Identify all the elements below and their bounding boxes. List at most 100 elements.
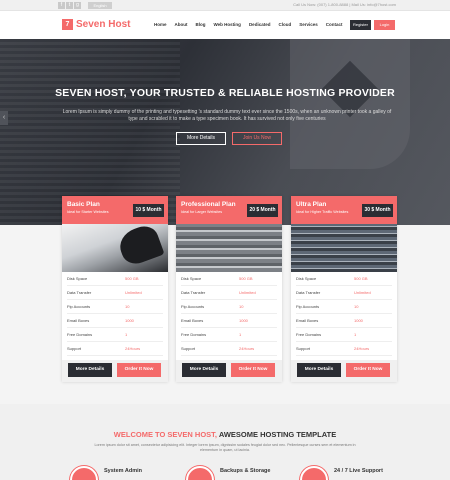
feature-value: 10 (125, 304, 130, 309)
hero-more-details-button[interactable]: More Details (176, 132, 226, 145)
hero-join-button[interactable]: Join Us Now (232, 132, 282, 145)
logo-text: Seven Host (76, 19, 131, 30)
hero-title: SEVEN HOST, YOUR TRUSTED & RELIABLE HOST… (55, 87, 395, 99)
register-button[interactable]: Register (350, 20, 371, 30)
feature-label: Support (67, 346, 82, 351)
main-nav: Home About Blog Web Hosting Dedicated Cl… (150, 22, 346, 27)
plan-features: Disk Space 500 GB Data Transfer Unlimited … (176, 272, 282, 356)
nav-blog[interactable]: Blog (192, 22, 210, 27)
feature-value: 1000 (354, 318, 363, 323)
facebook-icon[interactable]: f (58, 2, 65, 9)
plan-name: Basic Plan (67, 201, 100, 208)
feature-label: Ftp Accounts (296, 304, 320, 309)
feature-value: 500 GB (125, 276, 139, 281)
twitter-icon[interactable]: t (66, 2, 73, 9)
plan-subtitle: Ideal for Starter Websites (67, 210, 109, 214)
nav-dedicated[interactable]: Dedicated (245, 22, 275, 27)
feature-value: 1000 (239, 318, 248, 323)
plan-features: Disk Space 500 GB Data Transfer Unlimited … (291, 272, 397, 356)
feature-label: Support (181, 346, 196, 351)
feature-row: Support 24Hours (181, 342, 277, 356)
feature-row: Disk Space 500 GB (67, 272, 163, 286)
plan-features: Disk Space 500 GB Data Transfer Unlimited … (62, 272, 168, 356)
feature-row: Data Transfer Unlimited (67, 286, 163, 300)
plan-card-professional: Professional Plan Ideal for Larger Websi… (176, 196, 282, 382)
feature-value: Unlimited (239, 290, 256, 295)
feature-row: Free Domains 1 (181, 328, 277, 342)
feature-row: Email Boxes 1000 (181, 314, 277, 328)
logo[interactable]: 7 Seven Host (62, 19, 130, 30)
feature-label: Support (296, 346, 311, 351)
order-button[interactable]: Order It Now (231, 363, 275, 377)
feature-label: Email Boxes (67, 318, 90, 323)
order-button[interactable]: Order It Now (346, 363, 390, 377)
feature-label: Email Boxes (181, 318, 204, 323)
feature-row: Data Transfer Unlimited (181, 286, 277, 300)
feature-value: 24Hours (125, 346, 141, 351)
feature-value: 500 GB (354, 276, 368, 281)
nav-web-hosting[interactable]: Web Hosting (210, 22, 245, 27)
plan-subtitle: Ideal for Higher Traffic Websites (296, 210, 349, 214)
plan-subtitle: Ideal for Larger Websites (181, 210, 223, 214)
nav-home[interactable]: Home (150, 22, 171, 27)
feature-value: 24Hours (239, 346, 255, 351)
plan-image-keyboard (62, 224, 168, 272)
feature-row: Disk Space 500 GB (181, 272, 277, 286)
feature-value: 1 (354, 332, 357, 337)
plan-name: Professional Plan (181, 201, 236, 208)
feature-row: Free Domains 1 (296, 328, 392, 342)
more-details-button[interactable]: More Details (182, 363, 226, 377)
feature-label: Disk Space (181, 276, 202, 281)
feature-label: Ftp Accounts (67, 304, 91, 309)
top-bar: f t g English Call Us Now: (007) 1-800-8… (0, 0, 450, 11)
plan-card-basic: Basic Plan Ideal for Starter Websites 10… (62, 196, 168, 382)
nav-contact[interactable]: Contact (322, 22, 347, 27)
plan-image-server-rack (291, 224, 397, 272)
feature-system-admin: System Admin (70, 466, 142, 480)
feature-value: 500 GB (239, 276, 253, 281)
plan-name: Ultra Plan (296, 201, 327, 208)
feature-value: 10 (239, 304, 244, 309)
feature-row: Email Boxes 1000 (296, 314, 392, 328)
order-button[interactable]: Order It Now (117, 363, 161, 377)
slider-prev-arrow-icon[interactable]: ‹ (0, 111, 8, 125)
feature-title: Backups & Storage (220, 468, 271, 474)
feature-label: Ftp Accounts (181, 304, 205, 309)
login-button[interactable]: Login (374, 20, 395, 30)
feature-label: Disk Space (296, 276, 317, 281)
plan-header: Ultra Plan Ideal for Higher Traffic Webs… (291, 196, 397, 224)
more-details-button[interactable]: More Details (68, 363, 112, 377)
nav-cloud[interactable]: Cloud (274, 22, 295, 27)
logo-mark: 7 (62, 19, 73, 30)
backup-storage-icon (186, 466, 214, 480)
feature-row: Disk Space 500 GB (296, 272, 392, 286)
feature-value: Unlimited (125, 290, 142, 295)
plan-footer: More Details Order It Now (176, 360, 282, 382)
feature-label: Free Domains (181, 332, 207, 337)
feature-value: Unlimited (354, 290, 371, 295)
feature-value: 1 (239, 332, 242, 337)
plan-header: Professional Plan Ideal for Larger Websi… (176, 196, 282, 224)
welcome-text: Lorem ipsum dolor sit amet, consectetur … (94, 443, 356, 452)
feature-label: Email Boxes (296, 318, 319, 323)
google-plus-icon[interactable]: g (74, 2, 81, 9)
nav-about[interactable]: About (171, 22, 192, 27)
language-selector[interactable]: English (88, 2, 112, 9)
plan-price: 30 $ Month (362, 204, 393, 217)
header: 7 Seven Host Home About Blog Web Hosting… (0, 11, 450, 39)
feature-value: 1 (125, 332, 128, 337)
feature-label: Data Transfer (181, 290, 206, 295)
feature-row: Free Domains 1 (67, 328, 163, 342)
more-details-button[interactable]: More Details (297, 363, 341, 377)
welcome-title-dark: AWESOME HOSTING TEMPLATE (218, 430, 337, 439)
plan-card-ultra: Ultra Plan Ideal for Higher Traffic Webs… (291, 196, 397, 382)
feature-row: Ftp Accounts 10 (296, 300, 392, 314)
feature-value: 10 (354, 304, 359, 309)
welcome-section: WELCOME TO SEVEN HOST, AWESOME HOSTING T… (0, 404, 450, 480)
feature-row: Support 24Hours (296, 342, 392, 356)
social-links: f t g (58, 2, 81, 9)
nav-services[interactable]: Services (295, 22, 322, 27)
feature-value: 24Hours (354, 346, 370, 351)
feature-row: Data Transfer Unlimited (296, 286, 392, 300)
feature-row: Email Boxes 1000 (67, 314, 163, 328)
